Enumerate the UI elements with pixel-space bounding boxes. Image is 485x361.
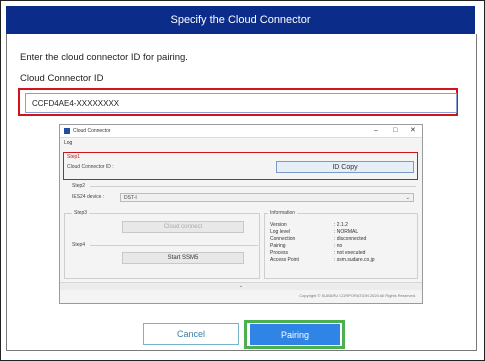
cloud-connector-id-label: Cloud Connector ID [20, 73, 104, 84]
info-key-access-point: Access Point [270, 257, 299, 263]
info-key-pairing: Pairing [270, 243, 286, 249]
dialog-title-bar: Specify the Cloud Connector [6, 6, 475, 34]
info-value-version: : 2.1.2 [334, 222, 348, 228]
chevron-down-icon: ⌄ [405, 195, 410, 201]
close-icon: ✕ [410, 127, 416, 134]
info-value-process: : not executed [334, 250, 366, 256]
cloud-connector-id-label-inner: Cloud Connector ID : [67, 164, 114, 170]
expand-bar: ⌄ [60, 282, 422, 290]
step1-label: Step1 [67, 154, 81, 160]
step3-label: Step3 [72, 210, 90, 216]
inner-title-bar: Cloud Connector – □ ✕ [60, 125, 422, 138]
step4-divider [90, 245, 258, 246]
device-select: DST-I ⌄ [120, 193, 414, 202]
info-value-log-level: : NORMAL [334, 229, 359, 235]
step4-label: Step4 [72, 242, 86, 248]
step2-label: Step2 [72, 183, 86, 189]
start-ssm5-button: Start SSM5 [122, 252, 244, 264]
pairing-button[interactable]: Pairing [250, 324, 340, 345]
app-icon [64, 128, 70, 134]
cloud-connect-button: Cloud connect [122, 221, 244, 233]
device-label: IES24 device : [72, 194, 105, 200]
minimize-icon: – [374, 127, 378, 134]
dialog-title: Specify the Cloud Connector [170, 14, 311, 26]
step2-divider [90, 186, 416, 187]
maximize-icon: □ [393, 127, 398, 134]
id-copy-button: ID Copy [276, 161, 414, 173]
chevron-down-icon: ⌄ [238, 283, 244, 289]
inner-window-title: Cloud Connector [73, 128, 111, 134]
cloud-connector-window-screenshot: Cloud Connector – □ ✕ Log Step1 Cloud Co… [59, 124, 423, 304]
info-key-process: Process [270, 250, 289, 256]
copyright-text: Copyright © SUBARU CORPORATION 2020 All … [299, 293, 416, 298]
info-value-connection: : disconnected [334, 236, 367, 242]
menu-log: Log [64, 140, 73, 146]
info-key-log-level: Log level [270, 229, 291, 235]
cancel-button[interactable]: Cancel [143, 323, 239, 345]
cloud-connector-id-input[interactable] [25, 93, 457, 113]
information-label: Information [268, 210, 298, 216]
info-key-version: Version [270, 222, 287, 228]
info-value-access-point: : ssm.sudare.co.jp [334, 257, 375, 263]
info-value-pairing: : no [334, 243, 343, 249]
instruction-text: Enter the cloud connector ID for pairing… [20, 52, 188, 63]
info-key-connection: Connection [270, 236, 296, 242]
device-select-value: DST-I [124, 195, 137, 201]
